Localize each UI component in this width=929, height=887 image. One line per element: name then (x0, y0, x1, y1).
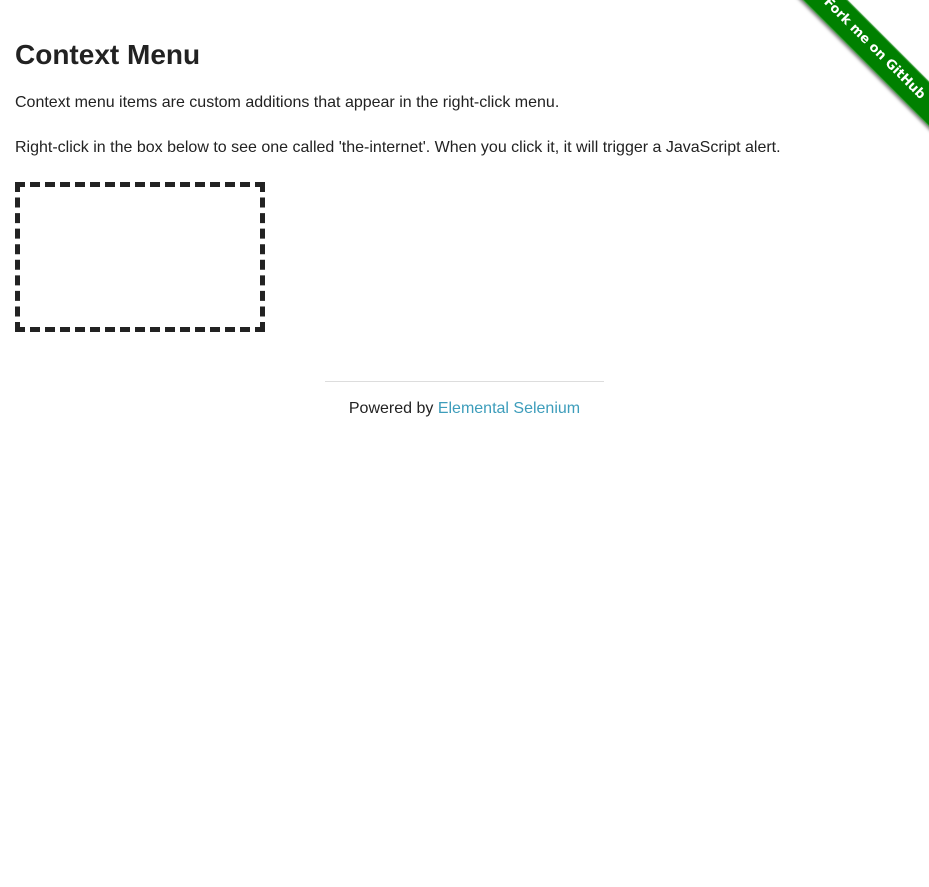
context-menu-hot-spot[interactable] (15, 182, 265, 332)
main-content: Context Menu Context menu items are cust… (15, 0, 895, 332)
page-title: Context Menu (15, 39, 201, 70)
elemental-selenium-link[interactable]: Elemental Selenium (438, 400, 580, 417)
instruction-paragraph: Right-click in the box below to see one … (15, 139, 781, 156)
footer-powered-by-text: Powered by (348, 400, 438, 417)
page: Context Menu Context menu items are cust… (0, 0, 929, 887)
description-paragraph: Context menu items are custom additions … (15, 94, 560, 111)
fork-me-on-github-ribbon[interactable]: Fork me on GitHub (791, 0, 929, 132)
footer-divider (325, 381, 604, 382)
footer: Powered by Elemental Selenium (0, 399, 929, 419)
github-ribbon-container: Fork me on GitHub (779, 0, 929, 150)
